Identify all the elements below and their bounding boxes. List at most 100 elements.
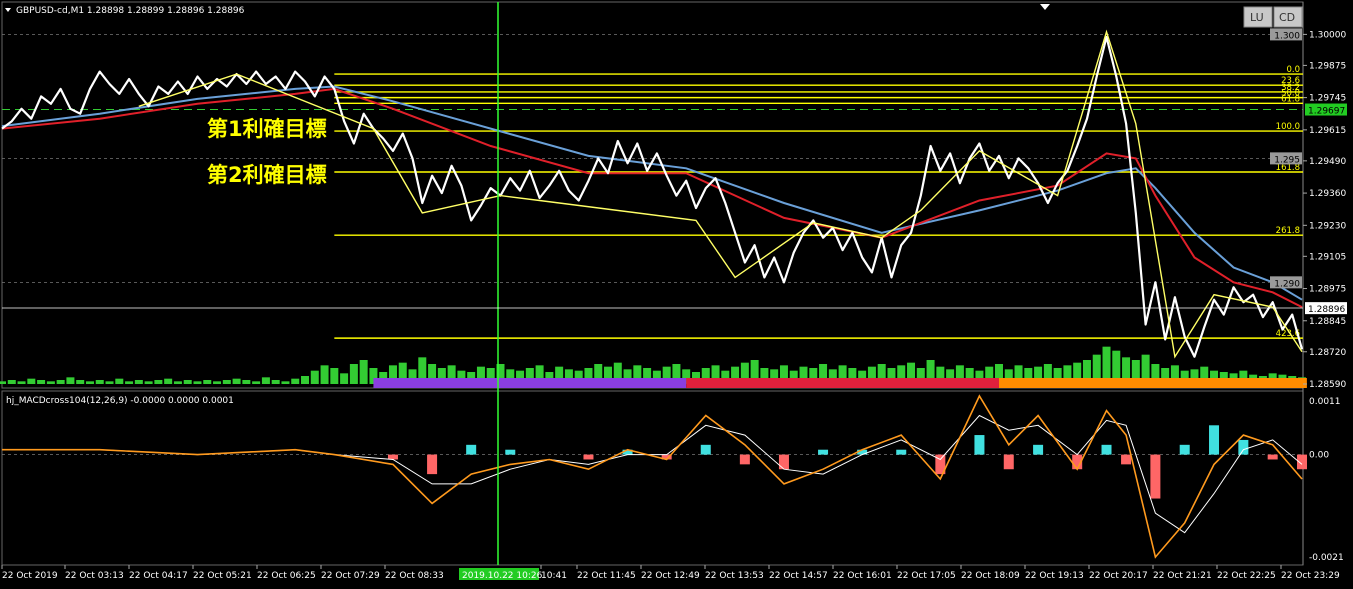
current-price-label: 1.28896 bbox=[1308, 305, 1345, 315]
x-tick-label-13: 22 Oct 16:01 bbox=[833, 571, 892, 581]
cd-button-label: CD bbox=[1279, 11, 1295, 24]
volume-bar bbox=[203, 380, 212, 384]
macd-histogram-bar bbox=[700, 444, 711, 455]
volume-bar bbox=[134, 380, 143, 384]
fib-level-label-7: 261.8 bbox=[1276, 226, 1300, 236]
trading-chart[interactable]: 0.023.638.250.061.8100.0161.8261.8423.6 … bbox=[0, 0, 1353, 589]
y-tick-label-9: 1.28845 bbox=[1309, 317, 1346, 327]
volume-bar bbox=[37, 380, 46, 384]
x-tick-label-7: 2019.10.22 10:26 bbox=[462, 571, 543, 581]
macd-histogram-bar bbox=[583, 454, 594, 460]
volume-bar bbox=[232, 378, 241, 384]
target1-annotation: 第1利確目標 bbox=[207, 117, 327, 141]
volume-bar bbox=[291, 378, 300, 384]
volume-bar bbox=[281, 381, 290, 384]
y-tick-label-11: 1.28590 bbox=[1309, 380, 1346, 390]
volume-bar bbox=[76, 380, 85, 384]
volume-bar bbox=[154, 380, 163, 384]
x-tick-label-3: 22 Oct 05:21 bbox=[193, 571, 252, 581]
price-label-text-2: 1.290 bbox=[1274, 279, 1300, 289]
x-tick-label-10: 22 Oct 12:49 bbox=[641, 571, 700, 581]
x-tick-label-1: 22 Oct 03:13 bbox=[65, 571, 124, 581]
volume-bar bbox=[359, 360, 368, 384]
macd-histogram-bar bbox=[1209, 425, 1220, 455]
y-tick-label-6: 1.29230 bbox=[1309, 221, 1346, 231]
x-tick-label-0: 22 Oct 2019 bbox=[2, 571, 58, 581]
volume-bar bbox=[183, 380, 192, 384]
y-tick-label-2: 1.29745 bbox=[1309, 94, 1346, 104]
macd-y-tick-label-1: 0.00 bbox=[1309, 451, 1329, 461]
y-tick-label-10: 1.28720 bbox=[1309, 348, 1346, 358]
macd-histogram-bar bbox=[818, 449, 829, 455]
price-label-text-0: 1.300 bbox=[1274, 31, 1300, 41]
chart-header: GBPUSD-cd,M1 1.28898 1.28899 1.28896 1.2… bbox=[16, 6, 245, 16]
volume-bar bbox=[144, 381, 153, 384]
macd-histogram-bar bbox=[1238, 439, 1249, 455]
x-tick-label-18: 22 Oct 21:21 bbox=[1153, 571, 1212, 581]
cd-button[interactable]: CD bbox=[1273, 6, 1303, 28]
macd-histogram-bar bbox=[1033, 444, 1044, 455]
x-tick-label-15: 22 Oct 18:09 bbox=[961, 571, 1020, 581]
x-tick-label-2: 22 Oct 04:17 bbox=[129, 571, 188, 581]
macd-histogram-bar bbox=[1003, 454, 1014, 470]
y-tick-label-5: 1.29360 bbox=[1309, 189, 1346, 199]
macd-y-tick-label-2: -0.0021 bbox=[1309, 553, 1344, 563]
volume-bar bbox=[261, 377, 270, 384]
macd-histogram-bar bbox=[896, 449, 907, 455]
macd-histogram-bar bbox=[505, 449, 516, 455]
x-tick-label-6: 22 Oct 08:33 bbox=[385, 571, 444, 581]
volume-bar bbox=[349, 364, 358, 384]
lu-button-label: LU bbox=[1250, 11, 1264, 24]
price-label-text-1: 1.295 bbox=[1274, 155, 1300, 165]
volume-bar bbox=[17, 381, 26, 384]
macd-histogram-bar bbox=[466, 444, 477, 455]
macd-histogram-bar bbox=[1101, 444, 1112, 455]
volume-bar bbox=[105, 381, 114, 384]
volume-bar bbox=[213, 381, 222, 384]
fib-level-label-0: 0.0 bbox=[1286, 65, 1300, 75]
y-tick-label-4: 1.29490 bbox=[1309, 157, 1346, 167]
x-tick-label-14: 22 Oct 17:05 bbox=[897, 571, 956, 581]
x-tick-label-8: 10:41 bbox=[541, 571, 567, 581]
volume-bar bbox=[340, 373, 349, 384]
target2-annotation: 第2利確目標 bbox=[207, 163, 327, 187]
volume-bar bbox=[330, 368, 339, 384]
volume-bar bbox=[125, 381, 134, 384]
fib-level-label-4: 61.8 bbox=[1281, 94, 1300, 104]
macd-histogram-bar bbox=[1121, 454, 1132, 465]
indicator-header: hj_MACDcross104(12,26,9) -0.0000 0.0000 … bbox=[6, 396, 234, 406]
x-tick-label-9: 22 Oct 11:45 bbox=[577, 571, 636, 581]
volume-bar bbox=[193, 381, 202, 384]
volume-bar bbox=[115, 378, 124, 384]
macd-histogram-bar bbox=[1150, 454, 1161, 499]
volume-bar bbox=[242, 380, 251, 384]
session-bar-ny bbox=[998, 378, 1307, 388]
volume-bar bbox=[56, 380, 65, 384]
macd-histogram-bar bbox=[1179, 444, 1190, 455]
lu-button[interactable]: LU bbox=[1243, 6, 1273, 28]
macd-histogram-bar bbox=[739, 454, 750, 465]
x-tick-label-11: 22 Oct 13:53 bbox=[705, 571, 764, 581]
volume-bar bbox=[85, 381, 94, 384]
volume-bar bbox=[271, 380, 280, 384]
volume-bar bbox=[320, 365, 329, 384]
marker-price-label: 1.29697 bbox=[1308, 107, 1345, 117]
macd-y-tick-label-0: 0.0011 bbox=[1309, 397, 1341, 407]
macd-histogram-bar bbox=[427, 454, 438, 475]
session-bar-europe bbox=[686, 378, 999, 388]
fib-level-label-5: 100.0 bbox=[1276, 122, 1300, 132]
y-tick-label-1: 1.29875 bbox=[1309, 61, 1346, 71]
volume-bar bbox=[222, 380, 231, 384]
volume-bar bbox=[7, 380, 16, 384]
x-tick-label-5: 22 Oct 07:29 bbox=[321, 571, 380, 581]
volume-bar bbox=[252, 381, 261, 384]
x-tick-label-12: 22 Oct 14:57 bbox=[769, 571, 828, 581]
x-tick-label-17: 22 Oct 20:17 bbox=[1089, 571, 1148, 581]
y-tick-label-7: 1.29105 bbox=[1309, 252, 1346, 262]
volume-bar bbox=[164, 378, 173, 384]
volume-bar bbox=[310, 370, 319, 384]
volume-bar bbox=[0, 381, 6, 384]
y-tick-label-3: 1.29615 bbox=[1309, 126, 1346, 136]
volume-bar bbox=[46, 381, 55, 384]
x-tick-label-19: 22 Oct 22:25 bbox=[1217, 571, 1276, 581]
